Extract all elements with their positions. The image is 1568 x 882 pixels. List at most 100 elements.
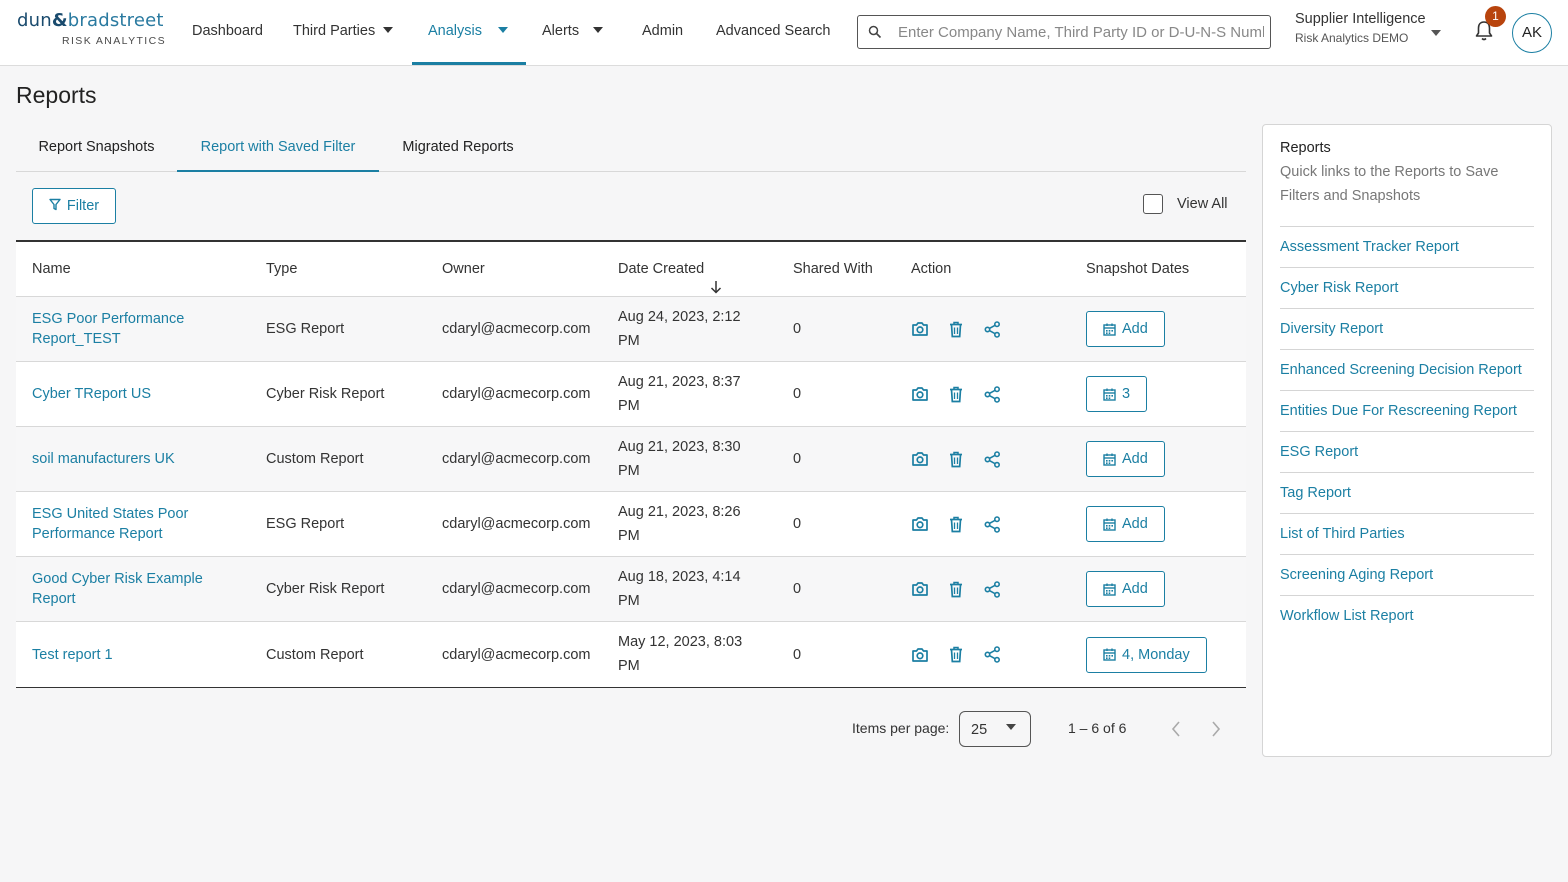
report-name-link[interactable]: Good Cyber Risk Example Report	[32, 569, 242, 609]
view-all-checkbox[interactable]	[1143, 194, 1163, 214]
filter-icon	[49, 198, 61, 215]
tab-report-snapshots[interactable]: Report Snapshots	[16, 124, 177, 171]
quick-link[interactable]: Workflow List Report	[1280, 596, 1534, 637]
dun-bradstreet-logo[interactable]: dun&bradstreet RISK ANALYTICS	[17, 10, 165, 47]
quick-link[interactable]: List of Third Parties	[1280, 514, 1534, 555]
tab-migrated-reports[interactable]: Migrated Reports	[379, 124, 537, 171]
share-icon[interactable]	[983, 450, 1001, 468]
shared-with-count: 0	[793, 451, 802, 467]
snapshot-dates-button[interactable]: Add	[1086, 311, 1165, 347]
camera-icon[interactable]	[911, 450, 929, 468]
share-icon[interactable]	[983, 385, 1001, 403]
share-icon[interactable]	[983, 580, 1001, 598]
table-row: soil manufacturers UK Custom Report cdaryl…	[16, 427, 1246, 492]
next-page-icon[interactable]	[1210, 720, 1222, 741]
column-header-action: Action	[911, 261, 952, 277]
nav-dashboard[interactable]: Dashboard	[192, 0, 263, 64]
report-name-link[interactable]: soil manufacturers UK	[32, 449, 242, 469]
share-icon[interactable]	[983, 646, 1001, 664]
quick-link[interactable]: Diversity Report	[1280, 309, 1534, 350]
nav-advanced-search[interactable]: Advanced Search	[716, 0, 830, 64]
filter-button[interactable]: Filter	[32, 188, 116, 224]
chevron-down-icon	[383, 27, 394, 34]
tab-report-with-saved-filter[interactable]: Report with Saved Filter	[177, 124, 379, 172]
calendar-icon	[1103, 323, 1116, 336]
items-per-page-select[interactable]: 25	[959, 711, 1031, 747]
camera-icon[interactable]	[911, 320, 929, 338]
quick-link[interactable]: Assessment Tracker Report	[1280, 227, 1534, 268]
snapshot-dates-button[interactable]: 4, Monday	[1086, 636, 1207, 673]
column-header-shared-with[interactable]: Shared With	[793, 242, 873, 296]
table-row: ESG United States Poor Performance Repor…	[16, 492, 1246, 557]
report-owner: cdaryl@acmecorp.com	[442, 581, 591, 597]
trash-icon[interactable]	[947, 646, 965, 664]
report-type: Cyber Risk Report	[266, 386, 385, 402]
shared-with-count: 0	[793, 646, 802, 663]
quick-link[interactable]: Entities Due For Rescreening Report	[1280, 391, 1534, 432]
table-body: ESG Poor Performance Report_TEST ESG Repo…	[16, 297, 1246, 687]
trash-icon[interactable]	[947, 515, 965, 533]
share-icon[interactable]	[983, 320, 1001, 338]
row-actions	[911, 450, 1001, 468]
column-header-type[interactable]: Type	[266, 242, 297, 296]
calendar-icon	[1103, 518, 1116, 531]
column-header-date-created[interactable]: Date Created	[618, 242, 728, 296]
pagination-range: 1 – 6 of 6	[1068, 720, 1127, 736]
trash-icon[interactable]	[947, 580, 965, 598]
previous-page-icon[interactable]	[1170, 720, 1182, 741]
report-name-link[interactable]: Cyber TReport US	[32, 384, 242, 404]
camera-icon[interactable]	[911, 385, 929, 403]
view-all-toggle[interactable]: View All	[1143, 193, 1228, 215]
snapshot-dates-button[interactable]: Add	[1086, 571, 1165, 607]
report-type: Cyber Risk Report	[266, 581, 385, 597]
column-header-name[interactable]: Name	[32, 242, 71, 296]
table-row: Test report 1 Custom Report cdaryl@acmecor…	[16, 622, 1246, 687]
camera-icon[interactable]	[911, 646, 929, 664]
column-header-owner[interactable]: Owner	[442, 242, 485, 296]
chevron-down-icon	[1006, 724, 1016, 730]
panel-description: Quick links to the Reports to Save Filte…	[1280, 160, 1534, 227]
snapshot-dates-button[interactable]: 3	[1086, 376, 1148, 412]
date-created: Aug 21, 2023, 8:30 PM	[618, 439, 741, 479]
report-name-link[interactable]: ESG United States Poor Performance Repor…	[32, 504, 242, 544]
trash-icon[interactable]	[947, 385, 965, 403]
share-icon[interactable]	[983, 515, 1001, 533]
report-owner: cdaryl@acmecorp.com	[442, 386, 591, 402]
report-owner: cdaryl@acmecorp.com	[442, 321, 591, 337]
calendar-icon	[1103, 648, 1116, 661]
nav-analysis[interactable]: Analysis	[428, 0, 508, 64]
trash-icon[interactable]	[947, 450, 965, 468]
quick-link[interactable]: Screening Aging Report	[1280, 555, 1534, 596]
date-created: May 12, 2023, 8:03 PM	[618, 634, 743, 674]
quick-link[interactable]: Enhanced Screening Decision Report	[1280, 350, 1534, 391]
row-actions	[911, 580, 1001, 598]
user-avatar[interactable]: AK	[1512, 13, 1552, 53]
org-switcher[interactable]: Supplier Intelligence Risk Analytics DEM…	[1295, 11, 1455, 45]
camera-icon[interactable]	[911, 580, 929, 598]
nav-third-parties[interactable]: Third Parties	[293, 0, 394, 64]
pagination: Items per page: 25 1 – 6 of 6	[852, 711, 1246, 747]
snapshot-dates-button[interactable]: Add	[1086, 506, 1165, 542]
snapshot-dates-button[interactable]: Add	[1086, 441, 1165, 477]
date-created: Aug 24, 2023, 2:12 PM	[618, 309, 741, 349]
report-type: Custom Report	[266, 646, 364, 663]
report-name-link[interactable]: Test report 1	[32, 645, 242, 665]
trash-icon[interactable]	[947, 320, 965, 338]
report-type: ESG Report	[266, 516, 345, 532]
search-input[interactable]	[898, 16, 1264, 48]
shared-with-count: 0	[793, 321, 802, 337]
row-actions	[911, 646, 1001, 664]
column-header-snapshot-dates: Snapshot Dates	[1086, 261, 1190, 277]
report-owner: cdaryl@acmecorp.com	[442, 646, 591, 663]
quick-link[interactable]: Cyber Risk Report	[1280, 268, 1534, 309]
table-row: Cyber TReport US Cyber Risk Report cdaryl@…	[16, 362, 1246, 427]
quick-link[interactable]: ESG Report	[1280, 432, 1534, 473]
nav-admin[interactable]: Admin	[642, 0, 683, 64]
report-name-link[interactable]: ESG Poor Performance Report_TEST	[32, 309, 242, 349]
panel-title: Reports	[1280, 140, 1331, 156]
quick-link[interactable]: Tag Report	[1280, 473, 1534, 514]
chevron-down-icon[interactable]	[1431, 30, 1441, 36]
camera-icon[interactable]	[911, 515, 929, 533]
row-actions	[911, 515, 1001, 533]
nav-alerts[interactable]: Alerts	[542, 0, 604, 64]
